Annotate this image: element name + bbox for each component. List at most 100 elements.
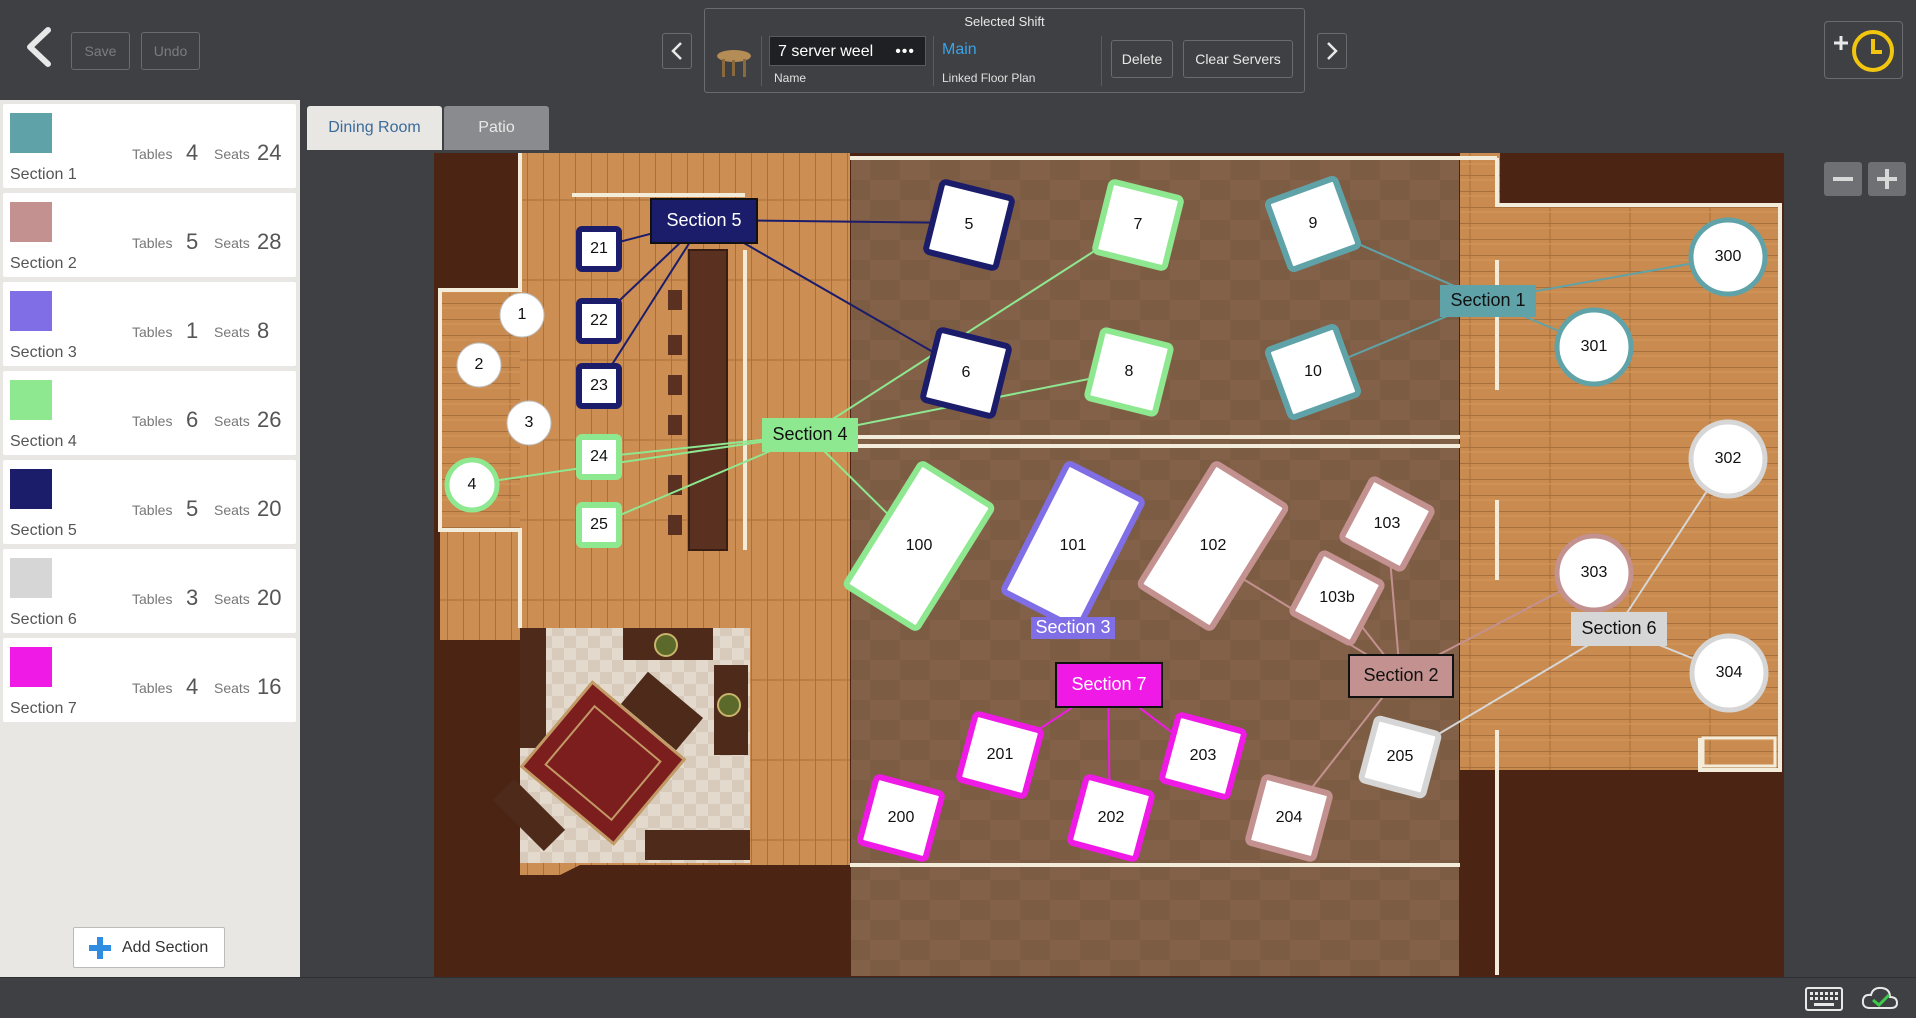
zoom-out-button[interactable]: [1824, 162, 1862, 196]
tables-count: 5: [186, 229, 199, 254]
clear-servers-button[interactable]: Clear Servers: [1183, 40, 1293, 78]
section-card-4[interactable]: Section 4 Tables 6 Seats 26: [3, 371, 296, 455]
seats-label: Seats: [214, 680, 250, 696]
section-card-2[interactable]: Section 2 Tables 5 Seats 28: [3, 193, 296, 277]
tables-label: Tables: [132, 235, 173, 251]
save-button[interactable]: Save: [71, 32, 130, 70]
shift-name-field[interactable]: 7 server weel •••: [769, 36, 926, 66]
seats-label: Seats: [214, 591, 250, 607]
zoom-in-button[interactable]: [1868, 162, 1906, 196]
keyboard-icon[interactable]: [1805, 987, 1843, 1011]
table-number: 201: [987, 746, 1014, 763]
tables-label: Tables: [132, 324, 173, 340]
plus-icon: [1877, 169, 1897, 189]
table-number: 22: [590, 312, 608, 329]
section-name: Section 1: [10, 166, 77, 183]
minus-icon: [1833, 177, 1853, 181]
section-name: Section 5: [10, 522, 77, 539]
top-toolbar: Save Undo Selected Shift 7 server weel •…: [0, 0, 1916, 100]
table-number: 5: [965, 216, 974, 233]
section-label: Section 1: [1450, 290, 1525, 310]
next-shift-button[interactable]: [1317, 33, 1347, 69]
section-color-swatch: [10, 647, 52, 687]
seats-count: 8: [257, 318, 270, 343]
section-card-3[interactable]: Section 3 Tables 1 Seats 8: [3, 282, 296, 366]
table-number: 202: [1098, 809, 1125, 826]
section-label: Section 4: [772, 424, 847, 444]
seats-count: 24: [257, 140, 282, 165]
table-number: 302: [1715, 450, 1742, 467]
section-card-6[interactable]: Section 6 Tables 3 Seats 20: [3, 549, 296, 633]
table-number: 25: [590, 516, 608, 533]
tables-count: 1: [186, 318, 199, 343]
section-card-1[interactable]: Section 1 Tables 4 Seats 24: [3, 104, 296, 188]
table-number: 9: [1309, 215, 1318, 232]
table-number: 103: [1374, 515, 1401, 532]
seats-count: 28: [257, 229, 282, 254]
seats-count: 26: [257, 407, 282, 432]
table-number: 100: [906, 537, 933, 554]
add-section-button[interactable]: Add Section: [73, 927, 225, 968]
table-number: 23: [590, 377, 608, 394]
tab-patio[interactable]: Patio: [444, 106, 549, 150]
more-icon[interactable]: •••: [895, 37, 915, 67]
section-card-5[interactable]: Section 5 Tables 5 Seats 20: [3, 460, 296, 544]
table-number: 6: [962, 364, 971, 381]
section-name: Section 2: [10, 255, 77, 272]
section-color-swatch: [10, 380, 52, 420]
section-name: Section 7: [10, 700, 77, 717]
chevron-left-icon: [671, 42, 682, 60]
tables-label: Tables: [132, 502, 173, 518]
table-number: 101: [1060, 537, 1087, 554]
seats-label: Seats: [214, 146, 250, 162]
section-color-swatch: [10, 469, 52, 509]
section-label: Section 3: [1035, 617, 1110, 637]
section-label: Section 2: [1363, 665, 1438, 685]
linked-floor-plan-caption: Linked Floor Plan: [942, 71, 1036, 85]
add-section-label: Add Section: [122, 938, 209, 956]
table-number: 300: [1715, 248, 1742, 265]
divider: [1101, 36, 1102, 86]
table-number: 3: [525, 414, 534, 431]
table-number: 8: [1125, 363, 1134, 380]
add-shift-button[interactable]: [1824, 21, 1903, 79]
seats-count: 16: [257, 674, 282, 699]
section-name: Section 6: [10, 611, 77, 628]
table-number: 204: [1276, 809, 1303, 826]
seats-count: 20: [257, 585, 282, 610]
table-number: 2: [475, 356, 484, 373]
table-number: 10: [1304, 363, 1322, 380]
linked-floor-plan-link[interactable]: Main: [942, 41, 977, 59]
floor-plan: 1 2 3 4 5 6 7 8 9 10 21 22 23 24 25 100 …: [434, 153, 1784, 977]
section-card-7[interactable]: Section 7 Tables 4 Seats 16: [3, 638, 296, 722]
tables-label: Tables: [132, 680, 173, 696]
back-arrow-icon[interactable]: [18, 22, 58, 72]
seats-count: 20: [257, 496, 282, 521]
divider: [761, 36, 762, 86]
table-number: 304: [1716, 664, 1743, 681]
table-number: 301: [1581, 338, 1608, 355]
shift-name-value: 7 server weel: [778, 43, 874, 60]
chevron-right-icon: [1327, 42, 1338, 60]
table-number: 203: [1190, 747, 1217, 764]
table-number: 7: [1134, 216, 1143, 233]
selected-shift-panel: Selected Shift 7 server weel ••• Name Ma…: [704, 8, 1305, 93]
add-clock-icon: [1834, 30, 1894, 72]
previous-shift-button[interactable]: [662, 33, 692, 69]
section-color-swatch: [10, 558, 52, 598]
table-number: 103b: [1319, 589, 1355, 606]
table-number: 21: [590, 240, 608, 257]
section-label: Section 6: [1581, 618, 1656, 638]
tables-label: Tables: [132, 591, 173, 607]
table-icon: [717, 50, 751, 77]
delete-shift-button[interactable]: Delete: [1111, 40, 1173, 78]
tab-dining-room[interactable]: Dining Room: [307, 106, 442, 150]
plus-icon: [89, 936, 111, 959]
table-number: 200: [888, 809, 915, 826]
section-label: Section 7: [1071, 674, 1146, 694]
seats-label: Seats: [214, 235, 250, 251]
table-number: 102: [1200, 537, 1227, 554]
section-name: Section 3: [10, 344, 77, 361]
seats-label: Seats: [214, 413, 250, 429]
undo-button[interactable]: Undo: [141, 32, 200, 70]
